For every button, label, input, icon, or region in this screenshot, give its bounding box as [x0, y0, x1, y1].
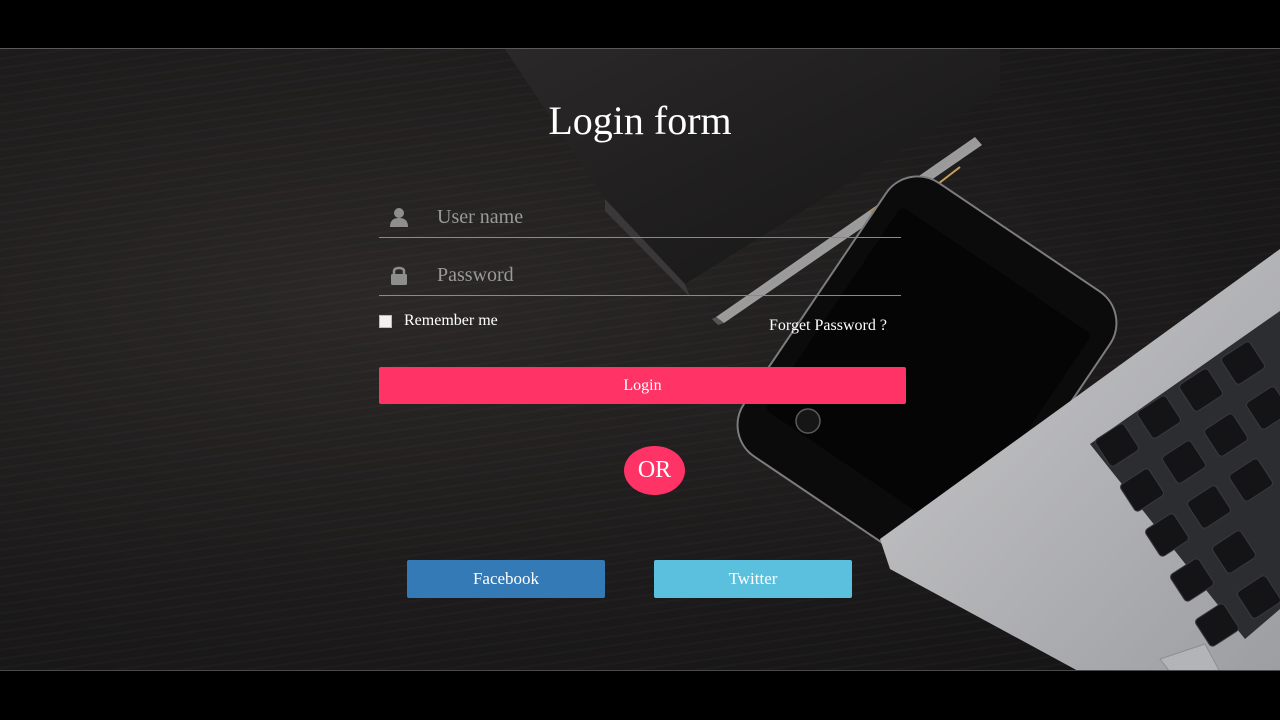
twitter-button[interactable]: Twitter — [654, 560, 852, 598]
page-title: Login form — [548, 98, 732, 143]
facebook-button[interactable]: Facebook — [407, 560, 605, 598]
forget-password-link[interactable]: Forget Password ? — [769, 317, 887, 335]
remember-me[interactable]: Remember me — [379, 312, 498, 330]
letterbox-top — [0, 0, 1280, 48]
user-icon — [390, 208, 408, 227]
remember-label: Remember me — [404, 312, 498, 329]
password-input[interactable] — [435, 259, 879, 291]
password-field[interactable] — [379, 255, 901, 296]
lock-icon — [391, 266, 407, 285]
letterbox-bottom — [0, 671, 1280, 720]
login-button[interactable]: Login — [379, 367, 906, 404]
username-field[interactable] — [379, 197, 901, 238]
login-page-background: Login form Remember me Forget Password ?… — [0, 48, 1280, 671]
or-divider-badge: OR — [624, 446, 685, 495]
username-input[interactable] — [435, 201, 879, 233]
remember-checkbox[interactable] — [379, 314, 392, 328]
